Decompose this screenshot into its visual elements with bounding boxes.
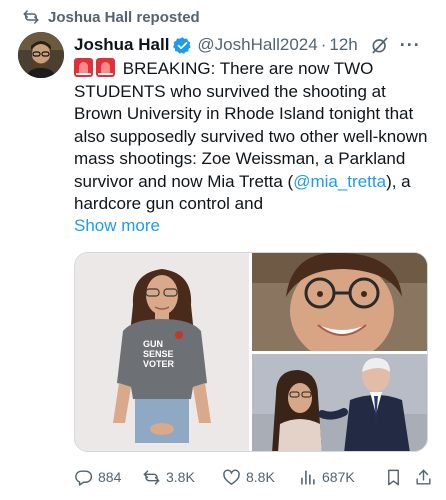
repost-icon [23,10,39,24]
media-image-1[interactable]: GUN SENSE VOTER [75,253,249,451]
reply-icon [75,469,93,486]
more-options-icon[interactable]: ··· [400,35,421,56]
reply-count: 884 [98,469,122,485]
share-button[interactable] [414,468,434,487]
verified-badge-icon[interactable] [173,36,192,55]
action-bar: 884 3.8K 8.8K 687K [74,464,436,490]
repost-count: 3.8K [166,469,195,485]
media-image-3[interactable] [252,354,427,451]
siren-emoji-icon [74,58,93,77]
views-button[interactable]: 687K [298,468,384,487]
repost-button[interactable]: 3.8K [142,468,222,487]
avatar-photo [18,32,64,78]
siren-emoji-icon [96,58,115,77]
show-more-link[interactable]: Show more [74,216,160,236]
bookmark-button[interactable] [384,468,414,487]
shirt-text-2: SENSE [143,349,174,359]
shirt-text-1: GUN [143,339,163,349]
mention-link[interactable]: @mia_tretta [293,172,386,191]
separator-dot: · [320,35,327,54]
tweet-text: BREAKING: There are now TWO STUDENTS who… [74,58,436,216]
share-icon [416,469,431,485]
like-count: 8.8K [246,469,275,485]
author-name[interactable]: Joshua Hall [74,35,169,55]
author-handle[interactable]: @JoshHall2024 [197,35,317,55]
media-image-2[interactable] [252,253,427,351]
tweet-header: Joshua Hall @JoshHall2024 · 12h ··· [74,33,436,57]
views-count: 687K [322,469,355,485]
reply-button[interactable]: 884 [74,468,136,487]
analytics-icon [301,469,315,485]
tweet-timestamp[interactable]: 12h [329,35,357,55]
grok-icon[interactable] [370,35,390,55]
repost-banner[interactable]: Joshua Hall reposted [22,6,200,28]
like-button[interactable]: 8.8K [222,468,298,487]
bookmark-icon [388,469,399,485]
heart-icon [223,469,240,485]
shirt-text-3: VOTER [143,359,175,369]
repost-icon [143,469,160,485]
avatar[interactable] [18,32,64,78]
repost-label: Joshua Hall reposted [48,8,200,26]
media-grid: GUN SENSE VOTER [74,252,428,452]
